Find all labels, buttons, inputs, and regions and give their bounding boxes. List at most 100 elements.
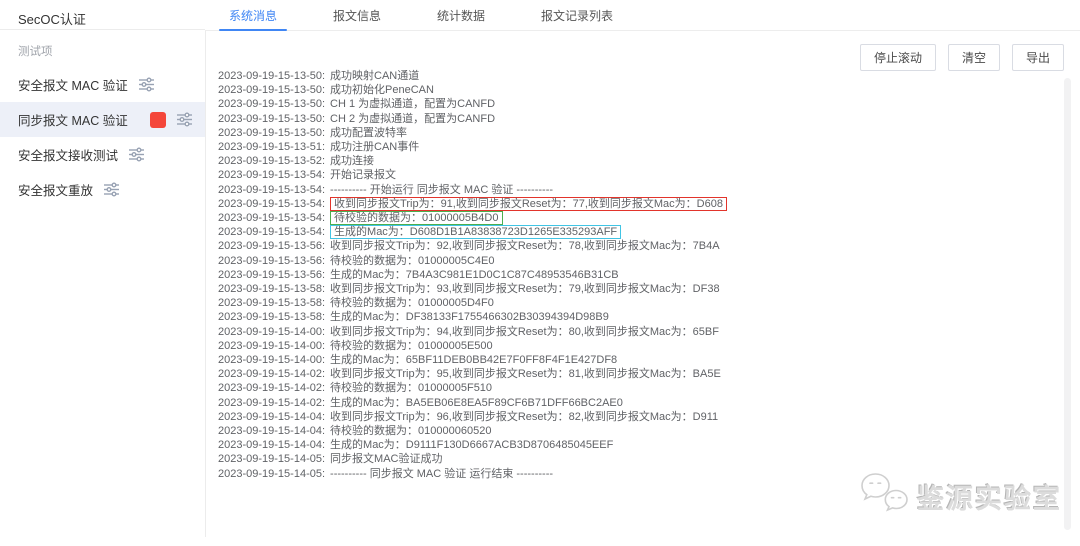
log-timestamp: 2023-09-19-15-14-00: xyxy=(218,354,325,366)
log-message: 生成的Mac为：65BF11DEB0BB42E7F0FF8F4F1E427DF8 xyxy=(330,354,617,366)
tab[interactable]: 报文记录列表 xyxy=(541,0,613,30)
log-message: 生成的Mac为：D608D1B1A83838723D1265E335293AFF xyxy=(330,225,621,239)
log-message: 收到同步报文Trip为：91,收到同步报文Reset为：77,收到同步报文Mac… xyxy=(330,197,727,211)
system-message-log: 2023-09-19-15-13-50: 成功映射CAN通道 2023-09-19… xyxy=(218,69,1064,481)
sidebar-item[interactable]: 安全报文接收测试 xyxy=(0,137,205,172)
log-line: 2023-09-19-15-14-00: 生成的Mac为：65BF11DEB0BB… xyxy=(218,353,1064,367)
log-message: 待校验的数据为：01000005F510 xyxy=(330,382,492,394)
tab[interactable]: 统计数据 xyxy=(437,0,485,30)
log-timestamp: 2023-09-19-15-13-54: xyxy=(218,169,325,181)
sidebar-item-label: 同步报文 MAC 验证 xyxy=(18,110,128,129)
log-line: 2023-09-19-15-13-54: ---------- 开始运行 同步报文… xyxy=(218,183,1064,197)
log-timestamp: 2023-09-19-15-13-52: xyxy=(218,155,325,167)
sidebar-item-label: 安全报文重放 xyxy=(18,180,93,199)
log-message: 收到同步报文Trip为：95,收到同步报文Reset为：81,收到同步报文Mac… xyxy=(330,368,721,380)
log-line: 2023-09-19-15-13-50: 成功映射CAN通道 xyxy=(218,69,1064,83)
sidebar-item[interactable]: 安全报文 MAC 验证 xyxy=(0,67,205,102)
sliders-icon[interactable] xyxy=(138,76,155,93)
log-message: ---------- 开始运行 同步报文 MAC 验证 ---------- xyxy=(330,184,553,196)
log-message: 收到同步报文Trip为：94,收到同步报文Reset为：80,收到同步报文Mac… xyxy=(330,326,719,338)
log-timestamp: 2023-09-19-15-13-54: xyxy=(218,184,325,196)
log-timestamp: 2023-09-19-15-13-58: xyxy=(218,297,325,309)
log-line: 2023-09-19-15-13-50: 成功初始化PeneCAN xyxy=(218,83,1064,97)
log-timestamp: 2023-09-19-15-14-05: xyxy=(218,453,325,465)
log-timestamp: 2023-09-19-15-14-04: xyxy=(218,425,325,437)
sidebar-item-label: 安全报文接收测试 xyxy=(18,145,118,164)
log-line: 2023-09-19-15-14-00: 收到同步报文Trip为：94,收到同步报… xyxy=(218,325,1064,339)
log-message: 生成的Mac为：DF38133F1755466302B30394394D98B9 xyxy=(330,311,609,323)
log-line: 2023-09-19-15-13-56: 收到同步报文Trip为：92,收到同步报… xyxy=(218,239,1064,253)
log-message: 生成的Mac为：7B4A3C981E1D0C1C87C48953546B31CB xyxy=(330,269,619,281)
sliders-icon[interactable] xyxy=(103,181,120,198)
main-panel: 系统消息 报文信息 统计数据 报文记录列表 停止滚动清空导出 2023-09-19-1… xyxy=(205,0,1080,546)
vertical-scrollbar[interactable] xyxy=(1064,78,1071,530)
log-line: 2023-09-19-15-13-58: 待校验的数据为：01000005D4F0 xyxy=(218,296,1064,310)
sidebar-item-list: 安全报文 MAC 验证 同步报文 MAC 验证 xyxy=(0,67,205,207)
toolbar: 停止滚动清空导出 xyxy=(860,44,1064,71)
sliders-icon[interactable] xyxy=(128,146,145,163)
log-line: 2023-09-19-15-13-50: CH 2 为虚拟通道，配置为CANFD xyxy=(218,112,1064,126)
log-line: 2023-09-19-15-14-02: 待校验的数据为：01000005F510 xyxy=(218,381,1064,395)
sidebar: SecOC认证 测试项 安全报文 MAC 验证 同步报文 MAC 验证 xyxy=(0,0,205,537)
log-message: 待校验的数据为：01000005C4E0 xyxy=(330,255,494,267)
log-message: CH 2 为虚拟通道，配置为CANFD xyxy=(330,113,495,125)
log-line: 2023-09-19-15-14-04:生成的Mac为：D9111F130D66… xyxy=(218,438,1064,452)
log-timestamp: 2023-09-19-15-13-54: xyxy=(218,226,325,238)
tab-bar: 系统消息 报文信息 统计数据 报文记录列表 xyxy=(205,0,1080,31)
log-message: 成功初始化PeneCAN xyxy=(330,84,434,96)
log-line: 2023-09-19-15-13-51:成功注册CAN事件 xyxy=(218,140,1064,154)
log-message: 待校验的数据为：01000005B4D0 xyxy=(330,211,502,225)
log-line: 2023-09-19-15-13-56:生成的Mac为：7B4A3C981E1D… xyxy=(218,268,1064,282)
log-line: 2023-09-19-15-13-58: 生成的Mac为：DF38133F1755… xyxy=(218,310,1064,324)
log-timestamp: 2023-09-19-15-13-54: xyxy=(218,212,325,224)
log-timestamp: 2023-09-19-15-14-02: xyxy=(218,382,325,394)
log-message: 成功连接 xyxy=(330,155,374,167)
log-line: 2023-09-19-15-13-54: 待校验的数据为：01000005B4D0 xyxy=(218,211,1064,225)
log-timestamp: 2023-09-19-15-13-54: xyxy=(218,198,325,210)
log-timestamp: 2023-09-19-15-13-50: xyxy=(218,84,325,96)
log-message: 待校验的数据为：01000005E500 xyxy=(330,340,493,352)
toolbar-button[interactable]: 清空 xyxy=(948,44,1000,71)
log-message: 待校验的数据为：01000005D4F0 xyxy=(330,297,494,309)
tab[interactable]: 系统消息 xyxy=(229,0,277,30)
log-timestamp: 2023-09-19-15-13-50: xyxy=(218,98,325,110)
app-window: SecOC认证 测试项 安全报文 MAC 验证 同步报文 MAC 验证 xyxy=(0,0,1080,546)
toolbar-button[interactable]: 导出 xyxy=(1012,44,1064,71)
log-message: 成功映射CAN通道 xyxy=(330,70,419,82)
log-line: 2023-09-19-15-13-50: CH 1 为虚拟通道，配置为CANFD xyxy=(218,97,1064,111)
log-timestamp: 2023-09-19-15-13-56: xyxy=(218,240,325,252)
sliders-icon[interactable] xyxy=(176,111,193,128)
log-line: 2023-09-19-15-14-00:待校验的数据为：01000005E500 xyxy=(218,339,1064,353)
log-timestamp: 2023-09-19-15-13-56: xyxy=(218,255,325,267)
log-line: 2023-09-19-15-13-50:成功配置波特率 xyxy=(218,126,1064,140)
log-message: 成功配置波特率 xyxy=(330,127,407,139)
log-line: 2023-09-19-15-14-04:收到同步报文Trip为：96,收到同步报… xyxy=(218,410,1064,424)
watermark-label: 鉴源实验室 xyxy=(917,477,1062,516)
app-title: SecOC认证 xyxy=(0,0,205,30)
log-message: 同步报文MAC验证成功 xyxy=(330,453,442,465)
log-line: 2023-09-19-15-14-05: 同步报文MAC验证成功 xyxy=(218,452,1064,466)
log-message: 生成的Mac为：D9111F130D6667ACB3D8706485045EEF xyxy=(330,439,613,451)
tab[interactable]: 报文信息 xyxy=(333,0,381,30)
log-timestamp: 2023-09-19-15-14-05: xyxy=(218,468,325,480)
log-timestamp: 2023-09-19-15-13-50: xyxy=(218,70,325,82)
sidebar-item-label: 安全报文 MAC 验证 xyxy=(18,75,128,94)
log-timestamp: 2023-09-19-15-13-58: xyxy=(218,311,325,323)
sidebar-item[interactable]: 安全报文重放 xyxy=(0,172,205,207)
toolbar-button[interactable]: 停止滚动 xyxy=(860,44,936,71)
log-timestamp: 2023-09-19-15-14-04: xyxy=(218,411,325,423)
log-message: CH 1 为虚拟通道，配置为CANFD xyxy=(330,98,495,110)
log-line: 2023-09-19-15-13-56: 待校验的数据为：01000005C4E0 xyxy=(218,254,1064,268)
log-timestamp: 2023-09-19-15-13-50: xyxy=(218,113,325,125)
log-line: 2023-09-19-15-13-58:收到同步报文Trip为：93,收到同步报… xyxy=(218,282,1064,296)
log-message: 成功注册CAN事件 xyxy=(330,141,419,153)
log-message: 开始记录报文 xyxy=(330,169,396,181)
log-message: 收到同步报文Trip为：93,收到同步报文Reset为：79,收到同步报文Mac… xyxy=(330,283,720,295)
log-message: 收到同步报文Trip为：92,收到同步报文Reset为：78,收到同步报文Mac… xyxy=(330,240,720,252)
log-timestamp: 2023-09-19-15-14-00: xyxy=(218,326,325,338)
log-timestamp: 2023-09-19-15-14-02: xyxy=(218,397,325,409)
watermark: 鉴源实验室 xyxy=(859,471,1062,522)
log-line: 2023-09-19-15-13-52: 成功连接 xyxy=(218,154,1064,168)
sidebar-item[interactable]: 同步报文 MAC 验证 xyxy=(0,102,205,137)
log-line: 2023-09-19-15-14-04:待校验的数据为：010000060520 xyxy=(218,424,1064,438)
